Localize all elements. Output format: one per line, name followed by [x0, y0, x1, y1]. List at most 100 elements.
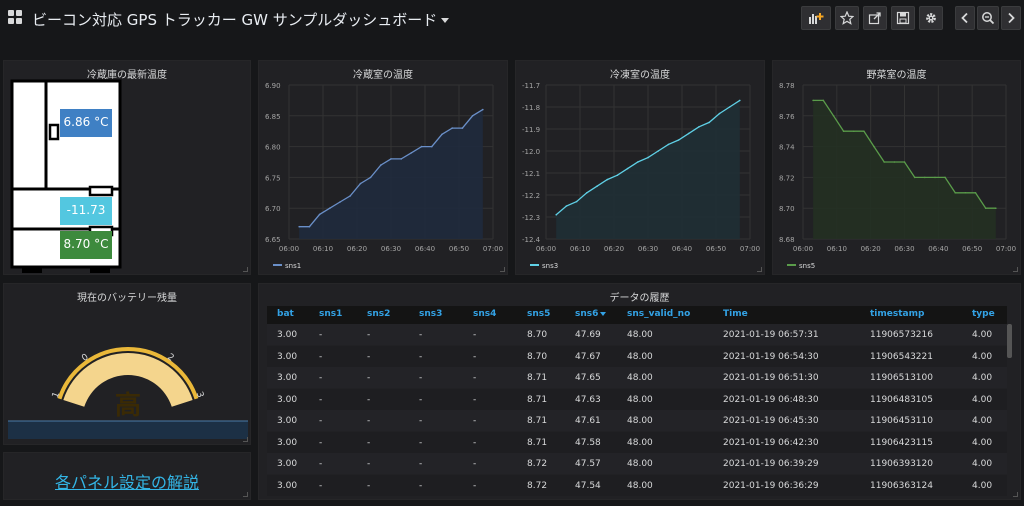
legend-label[interactable]: sns1 — [285, 262, 301, 270]
table-cell: 2021-01-19 06:42:30 — [723, 437, 819, 448]
x-tick-label: 06:30 — [381, 245, 401, 253]
table-cell: 3.00 — [277, 459, 298, 469]
resize-handle[interactable] — [757, 267, 762, 272]
gauge-baseline — [8, 421, 248, 439]
resize-handle[interactable] — [243, 492, 248, 497]
table-scrollbar[interactable] — [1007, 324, 1012, 358]
table-cell: - — [419, 459, 423, 469]
table-cell: 4.00 — [972, 480, 993, 491]
column-header-sns3[interactable]: sns3 — [419, 309, 442, 319]
data-point — [954, 192, 957, 194]
data-point — [565, 205, 568, 207]
data-point — [974, 192, 977, 194]
panel-docs-link[interactable]: 各パネル設定の解説 — [4, 469, 250, 493]
y-tick-label: 8.72 — [779, 174, 795, 182]
data-point — [964, 192, 967, 194]
settings-button[interactable] — [919, 6, 943, 30]
table-row[interactable]: 3.00 - - - - 8.70 47.67 48.00 2021-01-19 06:54:3… — [267, 345, 1007, 367]
save-button[interactable] — [891, 6, 915, 30]
x-tick-label: 06:00 — [536, 245, 556, 253]
data-point — [718, 112, 721, 115]
column-header-sns6[interactable]: sns6 — [575, 309, 607, 319]
resize-handle[interactable] — [243, 437, 248, 442]
data-point — [431, 145, 433, 148]
legend-label[interactable]: sns5 — [799, 262, 815, 270]
table-cell: 47.63 — [575, 394, 601, 405]
column-header-type[interactable]: type — [972, 309, 995, 319]
fridge-temp-value: 6.86 °C — [60, 109, 112, 137]
zoom-out-button[interactable] — [977, 6, 999, 30]
table-cell: - — [367, 437, 371, 448]
table-cell: - — [367, 351, 371, 362]
column-header-bat[interactable]: bat — [277, 309, 294, 319]
legend-swatch — [787, 264, 796, 266]
data-point — [698, 126, 700, 128]
y-tick-label: 8.68 — [779, 236, 795, 244]
table-cell: 47.69 — [575, 330, 601, 340]
resize-handle[interactable] — [1013, 267, 1018, 272]
column-header-sns4[interactable]: sns4 — [473, 309, 496, 319]
y-tick-label: 6.85 — [265, 113, 281, 121]
star-button[interactable] — [835, 6, 859, 30]
y-tick-label: -12.3 — [522, 214, 540, 222]
table-cell: - — [419, 373, 423, 383]
add-panel-button[interactable] — [801, 6, 831, 30]
table-cell: - — [367, 394, 371, 405]
y-tick-label: 6.65 — [265, 236, 281, 244]
table-cell: 2021-01-19 06:51:30 — [723, 373, 819, 383]
table-row[interactable]: 3.00 - - - - 8.71 47.65 48.00 2021-01-19 06:51:3… — [267, 367, 1007, 388]
column-header-time[interactable]: Time — [723, 309, 748, 319]
data-point — [873, 145, 875, 148]
battery-panel: 現在のバッテリー残量 高 0 1 2 3 — [3, 283, 251, 445]
star-icon — [840, 11, 854, 25]
legend-label[interactable]: sns3 — [542, 262, 558, 270]
table-cell: 4.00 — [972, 437, 993, 448]
table-row[interactable]: 3.00 - - - - 8.71 47.58 48.00 2021-01-19 06:42:3… — [267, 431, 1007, 453]
chart-panel-vegetable: 野菜室の温度 8.68 8.70 8.72 8.74 8.76 8.78 06:00 06:1… — [772, 60, 1021, 275]
table-cell: 3.00 — [277, 351, 298, 362]
table-row[interactable]: 3.00 - - - - 8.70 47.69 48.00 2021-01-19 06:57:3… — [267, 324, 1007, 345]
column-header-timestamp[interactable]: timestamp — [870, 309, 924, 319]
table-cell: 4.00 — [972, 394, 993, 405]
legend-swatch — [530, 264, 539, 266]
data-point — [420, 145, 423, 148]
time-forward-button[interactable] — [1001, 6, 1021, 30]
table-row[interactable]: 3.00 - - - - 8.71 47.63 48.00 2021-01-19 06:48:3… — [267, 388, 1007, 410]
resize-handle[interactable] — [500, 267, 505, 272]
table-row[interactable]: 3.00 - - - - 8.71 47.61 48.00 2021-01-19 06:45:3… — [267, 410, 1007, 431]
data-point — [606, 178, 608, 181]
panel-title[interactable]: データの履歴 — [259, 289, 1020, 304]
x-tick-label: 06:10 — [570, 245, 590, 253]
column-header-sns1[interactable]: sns1 — [319, 309, 342, 319]
x-tick-label: 06:50 — [706, 245, 726, 253]
dashboard-grid-icon[interactable] — [8, 10, 22, 24]
table-cell: - — [367, 373, 371, 383]
data-point — [688, 132, 690, 135]
column-header-sns-valid-no[interactable]: sns_valid_no — [627, 309, 690, 319]
table-cell: - — [367, 459, 371, 469]
column-header-sns5[interactable]: sns5 — [527, 309, 550, 319]
battery-gauge: 高 0 1 2 3 — [8, 347, 248, 439]
data-point — [339, 201, 341, 203]
table-cell: - — [473, 437, 477, 448]
data-point — [390, 158, 392, 160]
x-tick-label: 06:30 — [638, 245, 658, 253]
data-point — [903, 161, 906, 163]
table-row[interactable]: 3.00 - - - - 8.72 47.57 48.00 2021-01-19 06:39:2… — [267, 453, 1007, 474]
table-row[interactable]: 3.00 - - - - 8.72 47.54 48.00 2021-01-19 06:36:2… — [267, 474, 1007, 496]
data-point — [400, 158, 402, 160]
dashboard-title[interactable]: ビーコン対応 GPS トラッカー GW サンプルダッシュボード — [32, 9, 450, 30]
y-tick-label: -11.9 — [522, 126, 540, 134]
x-tick-label: 07:00 — [996, 245, 1016, 253]
share-button[interactable] — [863, 6, 887, 30]
column-header-sns2[interactable]: sns2 — [367, 309, 390, 319]
time-back-button[interactable] — [955, 6, 975, 30]
x-tick-label: 06:10 — [827, 245, 847, 253]
data-point — [451, 127, 453, 129]
table-cell: - — [319, 330, 323, 340]
resize-handle[interactable] — [1013, 492, 1018, 497]
table-cell: 47.57 — [575, 459, 601, 469]
resize-handle[interactable] — [243, 267, 248, 272]
y-tick-label: -12.1 — [522, 170, 540, 178]
table-cell: 48.00 — [627, 351, 653, 362]
